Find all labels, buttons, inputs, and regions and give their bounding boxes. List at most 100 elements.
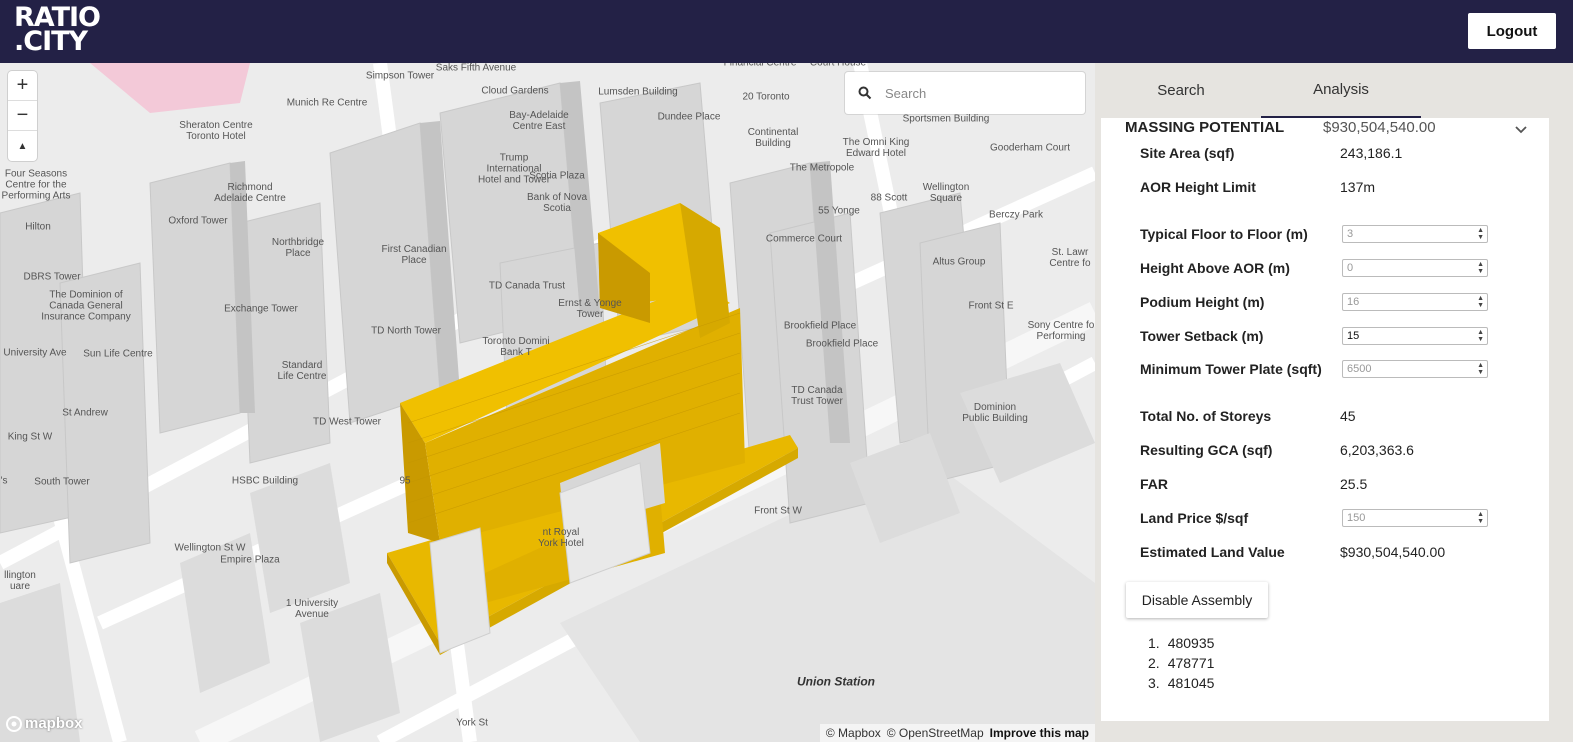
map-label: Altus Group <box>932 256 986 268</box>
podium-height-input[interactable]: 16 ▲ ▼ <box>1342 293 1488 311</box>
podium-height-input-value: 16 <box>1347 296 1360 308</box>
parcel-number: 1. <box>1148 635 1160 651</box>
map-label: Court House <box>809 63 867 69</box>
map-label: 1 University Avenue <box>285 598 339 620</box>
aor-height-label: AOR Height Limit <box>1140 179 1256 195</box>
map-label: Union Station <box>797 674 875 689</box>
map-label: The Omni King Edward Hotel <box>842 137 910 159</box>
map-label: 's <box>0 475 8 487</box>
parcel-number: 3. <box>1148 675 1160 691</box>
total-storeys-label: Total No. of Storeys <box>1140 408 1272 424</box>
map-label: Continental Building <box>747 127 799 149</box>
floor-to-floor-input-value: 3 <box>1347 228 1354 240</box>
chevron-down-icon[interactable] <box>1514 122 1528 140</box>
map-view[interactable]: Simpson Tower Saks Fifth Avenue Financial … <box>0 63 1095 742</box>
disable-assembly-button[interactable]: Disable Assembly <box>1126 582 1268 618</box>
map-label: Sportsmen Building <box>902 113 990 125</box>
section-title-massing[interactable]: MASSING POTENTIAL <box>1125 119 1284 136</box>
map-label: Munich Re Centre <box>286 97 368 109</box>
map-label: TD North Tower <box>371 325 441 337</box>
list-item[interactable]: 1. 480935 <box>1148 633 1214 653</box>
mapbox-logo[interactable]: mapbox <box>6 715 83 732</box>
stepper-icon[interactable]: ▲ ▼ <box>1477 261 1484 275</box>
map-label: Commerce Court <box>765 233 843 245</box>
land-price-input-value: 150 <box>1347 512 1366 524</box>
map-label: The Metropole <box>789 162 855 174</box>
parcel-list: 1. 480935 2. 478771 3. 481045 <box>1148 633 1214 693</box>
search-icon <box>845 86 885 100</box>
stepper-icon[interactable]: ▲ ▼ <box>1477 511 1484 525</box>
stepper-icon[interactable]: ▲ ▼ <box>1477 362 1484 376</box>
map-label: Empire Plaza <box>220 554 280 566</box>
compass-button[interactable]: ▲ <box>8 131 37 161</box>
map-label: Brookfield Place <box>805 338 879 350</box>
resulting-gca-label: Resulting GCA (sqf) <box>1140 442 1273 458</box>
map-label: TD Canada Trust Tower <box>791 385 843 407</box>
list-item[interactable]: 3. 481045 <box>1148 673 1214 693</box>
list-item[interactable]: 2. 478771 <box>1148 653 1214 673</box>
min-tower-plate-input[interactable]: 6500 ▲ ▼ <box>1342 360 1488 378</box>
map-label: Richmond Adelaide Centre <box>214 182 286 204</box>
min-tower-plate-label: Minimum Tower Plate (sqft) <box>1140 361 1322 377</box>
far-value: 25.5 <box>1340 476 1368 492</box>
map-label: DBRS Tower <box>23 271 81 283</box>
map-label: Simpson Tower <box>365 70 435 82</box>
parcel-number: 2. <box>1148 655 1160 671</box>
land-price-label: Land Price $/sqf <box>1140 510 1249 526</box>
stepper-icon[interactable]: ▲ ▼ <box>1477 295 1484 309</box>
map-label: St. Lawr Centre fo <box>1049 247 1091 269</box>
floor-to-floor-label: Typical Floor to Floor (m) <box>1140 226 1308 242</box>
tab-search[interactable]: Search <box>1101 63 1261 118</box>
map-label: 55 Yonge <box>818 205 860 217</box>
mapbox-logo-icon <box>6 715 22 732</box>
compass-icon: ▲ <box>17 140 28 152</box>
parcel-id: 478771 <box>1167 655 1215 671</box>
top-bar: RATIO .CITY Logout <box>0 0 1573 63</box>
map-label: Front St W <box>754 505 802 517</box>
map-label: nt Royal York Hotel <box>538 527 584 549</box>
map-label: Cloud Gardens <box>481 85 549 97</box>
map-label: Scotia Plaza <box>529 170 585 182</box>
map-label: TD West Tower <box>313 416 381 428</box>
map-label: Front St E <box>968 300 1014 312</box>
land-price-input[interactable]: 150 ▲ ▼ <box>1342 509 1488 527</box>
map-label: Wellington Square <box>922 182 970 204</box>
tab-analysis[interactable]: Analysis <box>1261 63 1421 118</box>
parcel-id: 481045 <box>1167 675 1215 691</box>
site-area-value: 243,186.1 <box>1340 145 1403 161</box>
resulting-gca-value: 6,203,363.6 <box>1340 442 1414 458</box>
map-label: llington uare <box>4 570 36 592</box>
total-storeys-value: 45 <box>1340 408 1356 424</box>
height-above-aor-input[interactable]: 0 ▲ ▼ <box>1342 259 1488 277</box>
far-label: FAR <box>1140 476 1168 492</box>
logout-button[interactable]: Logout <box>1468 13 1556 49</box>
map-label: Dominion Public Building <box>962 402 1028 424</box>
map-label: St Andrew <box>62 407 108 419</box>
map-label: Ernst & Yonge Tower <box>558 298 622 320</box>
map-label: Oxford Tower <box>168 215 228 227</box>
zoom-out-button[interactable]: − <box>8 101 37 131</box>
tower-setback-input[interactable]: 15 ▲ ▼ <box>1342 327 1488 345</box>
map-label: Sony Centre fo Performing <box>1027 320 1095 342</box>
map-label: Exchange Tower <box>224 303 298 315</box>
map-label: Financial Centre <box>723 63 797 69</box>
map-label: Gooderham Court <box>989 142 1071 154</box>
attribution-mapbox[interactable]: © Mapbox <box>826 726 881 740</box>
logo[interactable]: RATIO .CITY <box>14 4 101 57</box>
map-search-box[interactable] <box>845 72 1085 114</box>
attribution-osm[interactable]: © OpenStreetMap <box>887 726 984 740</box>
map-search-input[interactable] <box>885 85 1075 101</box>
zoom-in-button[interactable]: + <box>8 71 37 101</box>
map-label: 95 <box>399 475 411 487</box>
zoom-controls: + − ▲ <box>8 71 37 161</box>
floor-to-floor-input[interactable]: 3 ▲ ▼ <box>1342 225 1488 243</box>
logo-line-2: .CITY <box>14 26 88 57</box>
map-label: South Tower <box>34 476 90 488</box>
stepper-icon[interactable]: ▲ ▼ <box>1477 227 1484 241</box>
stepper-icon[interactable]: ▲ ▼ <box>1477 329 1484 343</box>
map-label: HSBC Building <box>231 475 299 487</box>
improve-map-link[interactable]: Improve this map <box>990 726 1089 740</box>
map-label: Saks Fifth Avenue <box>435 63 517 74</box>
map-label: TD Canada Trust <box>488 280 566 292</box>
map-label: Sheraton Centre Toronto Hotel <box>179 120 253 142</box>
